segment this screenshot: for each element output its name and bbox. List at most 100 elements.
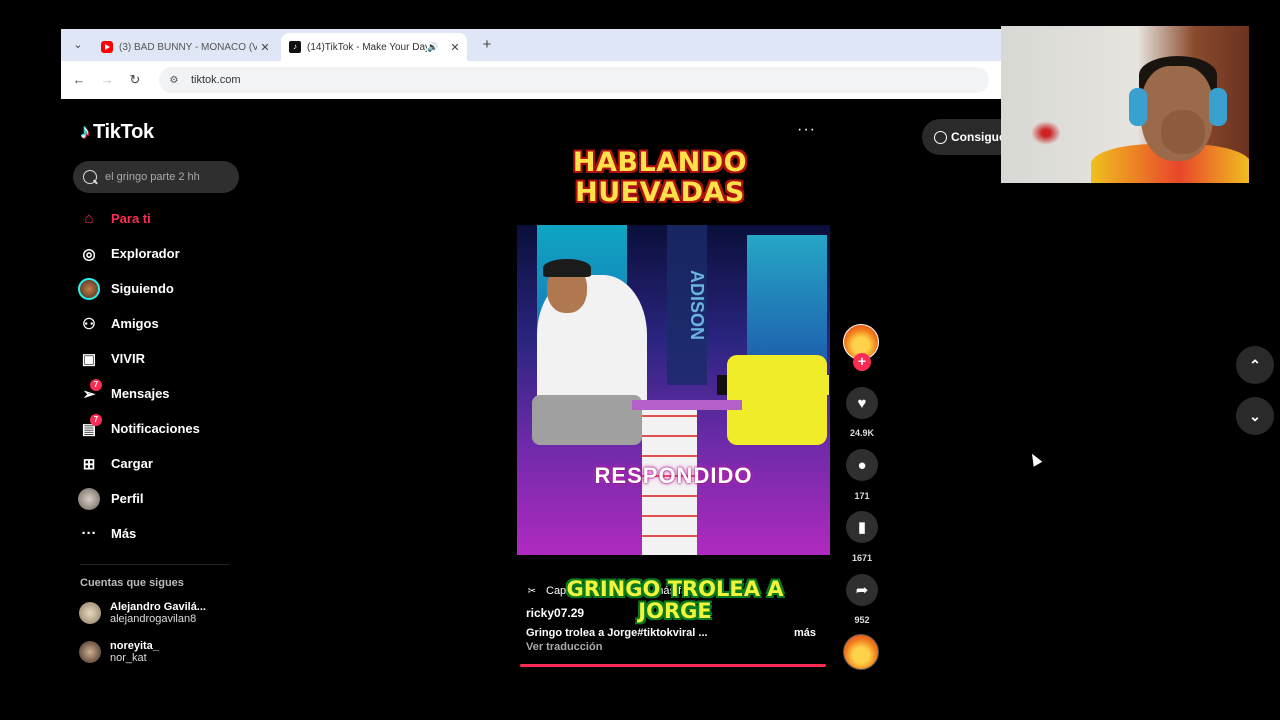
- notification-badge: 7: [90, 413, 102, 426]
- video-menu-icon[interactable]: ···: [797, 121, 816, 139]
- video-player[interactable]: ADISON RESPONDIDO: [517, 225, 830, 555]
- logo-text: TikTok: [93, 121, 154, 143]
- forward-button[interactable]: →: [97, 70, 117, 90]
- capcut-icon: ✂: [527, 585, 537, 597]
- sidebar-item-m-s[interactable]: ··· Más: [78, 516, 248, 551]
- browser-window: ⌄ (3) BAD BUNNY - MONACO (Vi ✕ ♪ (14)Tik…: [61, 29, 1001, 99]
- next-video-button[interactable]: ⌄: [1236, 397, 1274, 435]
- sidebar-item-label: Mensajes: [111, 386, 170, 401]
- tiktok-logo[interactable]: ♪ TikTok: [80, 121, 154, 144]
- sidebar-item-siguiendo[interactable]: Siguiendo: [78, 271, 248, 306]
- video-progress-bar[interactable]: [520, 664, 826, 667]
- close-icon[interactable]: ✕: [257, 41, 273, 54]
- video-description: Gringo trolea a Jorge#tiktokviral ...: [526, 627, 708, 639]
- neon-sign: ADISON: [667, 225, 707, 385]
- chevron-up-icon: ⌃: [1249, 356, 1261, 373]
- previous-video-button[interactable]: ⌃: [1236, 346, 1274, 384]
- site-info-icon[interactable]: ⚙: [165, 75, 183, 86]
- sidebar-item-vivir[interactable]: ▣ VIVIR: [78, 341, 248, 376]
- studio-table: [632, 400, 742, 410]
- sidebar-item-label: Amigos: [111, 316, 159, 331]
- live-tv-icon: ▣: [78, 348, 100, 370]
- comment-count: 171: [854, 491, 870, 501]
- headphone-right: [1209, 88, 1227, 126]
- sidebar-item-label: VIVIR: [111, 351, 145, 366]
- more-button[interactable]: más: [794, 627, 816, 639]
- video-overlay-caption: GRINGO TROLEA A JORGE: [566, 577, 784, 623]
- like-count: 24.9K: [849, 428, 875, 438]
- share-button[interactable]: ➦: [846, 574, 878, 606]
- sidebar-item-amigos[interactable]: ⚇ Amigos: [78, 306, 248, 341]
- audio-icon[interactable]: 🔊: [427, 42, 441, 53]
- app-icon: [934, 130, 947, 144]
- tiktok-icon: ♪: [289, 41, 301, 53]
- sidebar-divider: [80, 564, 230, 565]
- avatar: [79, 602, 101, 624]
- get-app-label: Consigue: [951, 130, 1001, 144]
- sidebar-item-para-ti[interactable]: ⌂ Para ti: [78, 201, 248, 236]
- messages-icon: ➢ 7: [78, 378, 102, 405]
- sidebar-item-label: Cargar: [111, 456, 153, 471]
- icon-glyph: ◎: [82, 245, 96, 263]
- music-disc-avatar[interactable]: [843, 634, 879, 670]
- avatar: [79, 641, 101, 663]
- address-bar[interactable]: ⚙ tiktok.com: [159, 67, 989, 93]
- following-account[interactable]: noreyita_ nor_kat: [79, 640, 159, 664]
- share-icon: ➦: [855, 582, 869, 599]
- video-author[interactable]: ricky07.29: [526, 606, 584, 620]
- tab-tiktok[interactable]: ♪ (14)TikTok - Make Your Day 🔊 ✕: [281, 33, 467, 61]
- youtube-icon: [101, 41, 113, 53]
- yellow-chair: [727, 355, 827, 445]
- home-icon: ⌂: [78, 208, 100, 230]
- search-text: el gringo parte 2 hh: [105, 171, 200, 183]
- icon-glyph: ⌂: [84, 210, 94, 227]
- more-icon: ···: [78, 523, 100, 545]
- sidebar-item-mensajes[interactable]: ➢ 7 Mensajes: [78, 376, 248, 411]
- headphone-left: [1129, 88, 1147, 126]
- sidebar-item-cargar[interactable]: ⊞ Cargar: [78, 446, 248, 481]
- sidebar-item-label: Siguiendo: [111, 281, 174, 296]
- share-count: 952: [854, 615, 870, 625]
- tab-search-menu-icon[interactable]: ⌄: [69, 36, 87, 54]
- tiktok-sidebar: ♪ TikTok el gringo parte 2 hh ⌂ Para ti ◎ E…: [0, 99, 250, 720]
- search-input[interactable]: el gringo parte 2 hh: [73, 161, 239, 193]
- close-icon[interactable]: ✕: [447, 41, 463, 54]
- icon-glyph: ▣: [81, 350, 97, 368]
- upload-icon: ⊞: [78, 453, 100, 475]
- reload-button[interactable]: ↻: [125, 70, 145, 90]
- comment-icon: ●: [857, 456, 867, 474]
- sidebar-item-perfil[interactable]: Perfil: [78, 481, 248, 516]
- heart-icon: ♥: [857, 394, 867, 412]
- follow-button[interactable]: +: [853, 353, 871, 371]
- browser-toolbar: ← → ↻ ⚙ tiktok.com: [61, 61, 1001, 99]
- address-text: tiktok.com: [191, 74, 241, 86]
- icon-glyph: ⚇: [82, 315, 96, 333]
- following-account[interactable]: Alejandro Gavilá... alejandrogavilan8: [79, 601, 206, 625]
- new-tab-button[interactable]: +: [477, 35, 497, 55]
- avatar: [78, 277, 100, 300]
- person-hand: [1161, 110, 1205, 154]
- like-button[interactable]: ♥: [846, 387, 878, 419]
- podcaster-cap: [543, 259, 591, 277]
- translate-button[interactable]: Ver traducción: [526, 641, 602, 653]
- mouse-cursor: [1027, 451, 1043, 467]
- webcam-overlay: [1001, 26, 1249, 183]
- save-button[interactable]: ▮: [846, 511, 878, 543]
- back-button[interactable]: ←: [69, 70, 89, 90]
- sidebar-item-notificaciones[interactable]: ▤ 7 Notificaciones: [78, 411, 248, 446]
- compass-icon: ◎: [78, 243, 100, 265]
- tab-bad-bunny[interactable]: (3) BAD BUNNY - MONACO (Vi ✕: [93, 33, 277, 61]
- profile-avatar-icon: [78, 487, 100, 510]
- sidebar-item-label: Explorador: [111, 246, 180, 261]
- get-app-button[interactable]: Consigue: [922, 119, 1001, 155]
- sidebar-nav: ⌂ Para ti ◎ Explorador Siguiendo ⚇ Amigos ▣ VIVI…: [78, 201, 248, 551]
- screen: ⌄ (3) BAD BUNNY - MONACO (Vi ✕ ♪ (14)Tik…: [0, 0, 1280, 720]
- tab-strip: ⌄ (3) BAD BUNNY - MONACO (Vi ✕ ♪ (14)Tik…: [61, 29, 1001, 61]
- sidebar-item-label: Más: [111, 526, 137, 541]
- comment-button[interactable]: ●: [846, 449, 878, 481]
- video-headline: HABLANDO HUEVADAS: [572, 147, 748, 208]
- sidebar-item-explorador[interactable]: ◎ Explorador: [78, 236, 248, 271]
- avatar: [78, 487, 100, 510]
- save-count: 1671: [851, 553, 873, 563]
- notifications-icon: ▤ 7: [78, 413, 102, 440]
